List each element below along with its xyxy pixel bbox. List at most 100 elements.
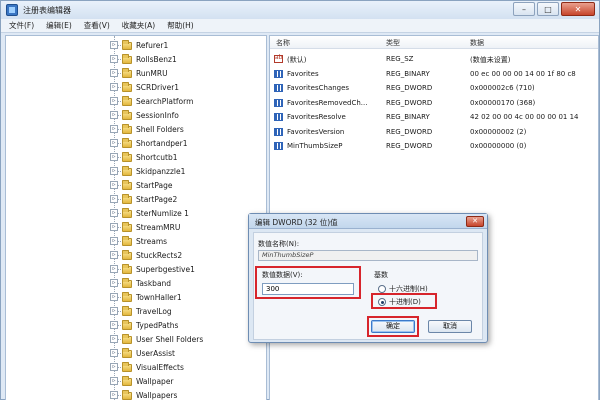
tree-item[interactable]: ▹ Superbgestive1 bbox=[6, 262, 266, 276]
expand-arrow-icon[interactable]: ▹ bbox=[110, 251, 118, 259]
column-header-data[interactable]: 数据 bbox=[470, 38, 484, 48]
value-row[interactable]: FavoritesChanges REG_DWORD 0x000002c6 (710… bbox=[270, 81, 598, 95]
tree-item[interactable]: ▹ Streams bbox=[6, 234, 266, 248]
expand-arrow-icon[interactable]: ▹ bbox=[110, 279, 118, 287]
maximize-button[interactable]: □ bbox=[537, 2, 559, 16]
tree-item[interactable]: ▹ SCRDriver1 bbox=[6, 80, 266, 94]
expand-arrow-icon[interactable]: ▹ bbox=[110, 265, 118, 273]
expand-arrow-icon[interactable]: ▹ bbox=[110, 97, 118, 105]
tree-item[interactable]: ▹ User Shell Folders bbox=[6, 332, 266, 346]
expand-arrow-icon[interactable]: ▹ bbox=[110, 195, 118, 203]
value-data: 0x00000002 (2) bbox=[470, 127, 527, 136]
tree-item[interactable]: ▹ StartPage bbox=[6, 178, 266, 192]
tree-item-label: Shortcutb1 bbox=[136, 153, 178, 162]
value-name: FavoritesChanges bbox=[287, 84, 350, 92]
key-tree-pane[interactable]: ▹ Refurer1 ▹ RollsBenz1 ▹ RunMRU ▹ SCRDriver1 ▹ S… bbox=[5, 35, 267, 400]
expand-arrow-icon[interactable]: ▹ bbox=[110, 363, 118, 371]
expand-arrow-icon[interactable]: ▹ bbox=[110, 391, 118, 399]
expand-arrow-icon[interactable]: ▹ bbox=[110, 55, 118, 63]
tree-item[interactable]: ▹ StuckRects2 bbox=[6, 248, 266, 262]
expand-arrow-icon[interactable]: ▹ bbox=[110, 349, 118, 357]
value-row[interactable]: MinThumbSizeP REG_DWORD 0x00000000 (0) bbox=[270, 139, 598, 153]
tree-item[interactable]: ▹ SterNumlize 1 bbox=[6, 206, 266, 220]
menu-favorites[interactable]: 收藏夹(A) bbox=[120, 20, 157, 31]
folder-icon bbox=[122, 124, 132, 134]
tree-item[interactable]: ▹ TypedPaths bbox=[6, 318, 266, 332]
tree-item[interactable]: ▹ Refurer1 bbox=[6, 38, 266, 52]
value-row[interactable]: FavoritesVersion REG_DWORD 0x00000002 (2) bbox=[270, 125, 598, 139]
tree-item[interactable]: ▹ Wallpapers bbox=[6, 388, 266, 400]
tree-item[interactable]: ▹ Skidpanzzle1 bbox=[6, 164, 266, 178]
minimize-button[interactable]: – bbox=[513, 2, 535, 16]
tree-item[interactable]: ▹ TravelLog bbox=[6, 304, 266, 318]
base-group-label: 基数 bbox=[374, 271, 388, 279]
expand-arrow-icon[interactable]: ▹ bbox=[110, 139, 118, 147]
expand-arrow-icon[interactable]: ▹ bbox=[110, 153, 118, 161]
value-data: 0x00000170 (368) bbox=[470, 98, 536, 107]
expand-arrow-icon[interactable]: ▹ bbox=[110, 377, 118, 385]
column-header-type[interactable]: 类型 bbox=[386, 38, 400, 48]
dialog-body: 数值名称(N): MinThumbSizeP 数值数据(V): 300 基数 十… bbox=[253, 232, 483, 340]
expand-arrow-icon[interactable]: ▹ bbox=[110, 237, 118, 245]
expand-arrow-icon[interactable]: ▹ bbox=[110, 83, 118, 91]
menu-view[interactable]: 查看(V) bbox=[82, 20, 112, 31]
tree-item[interactable]: ▹ RunMRU bbox=[6, 66, 266, 80]
expand-arrow-icon[interactable]: ▹ bbox=[110, 293, 118, 301]
expand-arrow-icon[interactable]: ▹ bbox=[110, 223, 118, 231]
expand-arrow-icon[interactable]: ▹ bbox=[110, 41, 118, 49]
menu-help[interactable]: 帮助(H) bbox=[165, 20, 196, 31]
tree-item[interactable]: ▹ TownHaller1 bbox=[6, 290, 266, 304]
value-data: 0x00000000 (0) bbox=[470, 142, 527, 150]
expand-arrow-icon[interactable]: ▹ bbox=[110, 111, 118, 119]
folder-icon bbox=[122, 376, 132, 386]
expand-arrow-icon[interactable]: ▹ bbox=[110, 321, 118, 329]
folder-icon bbox=[122, 320, 132, 330]
tree-item-label: RollsBenz1 bbox=[136, 55, 177, 64]
title-bar[interactable]: 注册表编辑器 – □ ✕ bbox=[1, 1, 599, 19]
expand-arrow-icon[interactable]: ▹ bbox=[110, 335, 118, 343]
expand-arrow-icon[interactable]: ▹ bbox=[110, 125, 118, 133]
window-title: 注册表编辑器 bbox=[23, 5, 71, 15]
cancel-button[interactable]: 取消 bbox=[428, 320, 472, 333]
tree-item-label: StuckRects2 bbox=[136, 251, 183, 260]
column-header-name[interactable]: 名称 bbox=[276, 38, 290, 48]
tree-item[interactable]: ▹ Taskband bbox=[6, 276, 266, 290]
tree-item-label: Refurer1 bbox=[136, 41, 169, 50]
value-data: 0x000002c6 (710) bbox=[470, 84, 535, 92]
binary-value-icon bbox=[274, 113, 283, 121]
value-data: (数值未设置) bbox=[470, 56, 511, 64]
expand-arrow-icon[interactable]: ▹ bbox=[110, 69, 118, 77]
tree-item[interactable]: ▹ Wallpaper bbox=[6, 374, 266, 388]
dialog-close-button[interactable]: ✕ bbox=[466, 216, 484, 227]
expand-arrow-icon[interactable]: ▹ bbox=[110, 167, 118, 175]
tree-item-label: Superbgestive1 bbox=[136, 265, 195, 274]
radio-hex[interactable] bbox=[378, 285, 386, 293]
menu-edit[interactable]: 编辑(E) bbox=[44, 20, 74, 31]
tree-item[interactable]: ▹ StartPage2 bbox=[6, 192, 266, 206]
tree-item-label: SearchPlatform bbox=[136, 97, 194, 106]
expand-arrow-icon[interactable]: ▹ bbox=[110, 307, 118, 315]
tree-item[interactable]: ▹ VisualEffects bbox=[6, 360, 266, 374]
tree-item-label: UserAssist bbox=[136, 349, 175, 358]
menu-bar: 文件(F) 编辑(E) 查看(V) 收藏夹(A) 帮助(H) bbox=[1, 19, 599, 33]
value-row[interactable]: FavoritesResolve REG_BINARY 42 02 00 00 4c… bbox=[270, 110, 598, 124]
expand-arrow-icon[interactable]: ▹ bbox=[110, 181, 118, 189]
expand-arrow-icon[interactable]: ▹ bbox=[110, 209, 118, 217]
tree-item[interactable]: ▹ Shortandper1 bbox=[6, 136, 266, 150]
close-button[interactable]: ✕ bbox=[561, 2, 595, 16]
dialog-title-bar[interactable]: 编辑 DWORD (32 位)值 ✕ bbox=[249, 214, 487, 229]
folder-icon bbox=[122, 208, 132, 218]
tree-item[interactable]: ▹ SearchPlatform bbox=[6, 94, 266, 108]
value-data: 42 02 00 00 4c 00 00 00 01 14 bbox=[470, 113, 579, 121]
value-name-label: 数值名称(N): bbox=[258, 240, 300, 248]
value-row[interactable]: Favorites REG_BINARY 00 ec 00 00 00 14 00 … bbox=[270, 67, 598, 81]
tree-item[interactable]: ▹ Shell Folders bbox=[6, 122, 266, 136]
tree-item[interactable]: ▹ Shortcutb1 bbox=[6, 150, 266, 164]
tree-item[interactable]: ▹ RollsBenz1 bbox=[6, 52, 266, 66]
value-row[interactable]: (默认) REG_SZ (数值未设置) bbox=[270, 52, 598, 66]
value-row[interactable]: FavoritesRemovedCh... REG_DWORD 0x00000170… bbox=[270, 96, 598, 110]
tree-item[interactable]: ▹ UserAssist bbox=[6, 346, 266, 360]
tree-item[interactable]: ▹ SessionInfo bbox=[6, 108, 266, 122]
tree-item[interactable]: ▹ StreamMRU bbox=[6, 220, 266, 234]
menu-file[interactable]: 文件(F) bbox=[7, 20, 36, 31]
